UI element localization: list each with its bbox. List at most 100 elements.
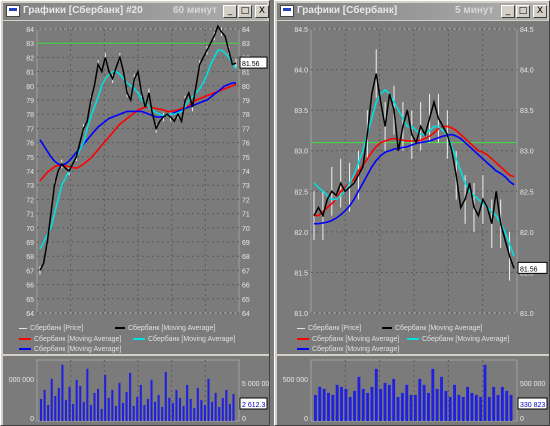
volume-bar	[374, 368, 378, 421]
volume-bar	[200, 399, 203, 421]
maximize-button[interactable]: □	[238, 5, 252, 18]
volume-bar	[68, 386, 71, 421]
legend-item: Сбербанк [Moving Average]	[297, 346, 399, 353]
legend-swatch	[115, 327, 125, 330]
legend-label: Сбербанк [Moving Average]	[312, 346, 400, 353]
y-tick-label-right: 80	[242, 84, 250, 91]
volume-bar	[64, 399, 68, 421]
y-tick-label-left: 66	[26, 283, 34, 290]
volume-bar	[79, 385, 82, 421]
volume-bar	[314, 394, 317, 421]
y-tick-label-left: 64	[26, 311, 34, 318]
y-tick-label-left: 84.0	[294, 68, 308, 75]
legend-swatch	[19, 338, 31, 341]
y-tick-label-left: 82.0	[294, 230, 308, 237]
volume-bar	[75, 379, 78, 421]
y-tick-label-left: 83.5	[294, 108, 308, 115]
volume-bar	[72, 403, 75, 421]
minimize-button[interactable]: _	[501, 5, 515, 18]
y-tick-label-left: 81.0	[294, 311, 308, 318]
volume-bar	[186, 384, 189, 421]
minimize-button[interactable]: _	[223, 5, 237, 18]
close-button[interactable]: X	[255, 5, 269, 18]
legend-swatch	[297, 327, 305, 329]
y-tick-label-left: 70	[26, 226, 34, 233]
y-tick-label-right: 84	[242, 27, 250, 34]
legend-swatch	[407, 338, 419, 341]
y-tick-label-right: 81.0	[520, 311, 534, 318]
legend-item: Сбербанк [Moving Average]	[19, 346, 121, 353]
volume-bar	[175, 389, 178, 421]
y-tick-label-right: 69	[242, 240, 250, 247]
y-tick-label-right: 83.0	[520, 149, 534, 156]
y-tick-label-left: 78	[26, 112, 34, 119]
volume-bar	[125, 391, 128, 421]
volume-chart-svg: 000 000 0 5 000 00 0 2 612.3	[3, 356, 269, 425]
legend-swatch	[382, 327, 392, 330]
legend-label: Сбербанк [Moving Average]	[148, 336, 236, 343]
title-bar[interactable]: Графики [Сбербанк] #20 60 минут _ □ X	[3, 3, 269, 20]
volume-bar	[383, 382, 387, 421]
window-timeframe: 60 минут	[173, 5, 218, 16]
volume-bar	[97, 388, 100, 421]
volume-bar	[154, 401, 157, 421]
volume-bar	[171, 402, 174, 421]
volume-bar	[409, 394, 413, 421]
volume-bar	[100, 408, 103, 421]
volume-bar	[161, 406, 164, 421]
price-chart[interactable]: 8484838382828181808079797878777776767575…	[3, 21, 269, 321]
legend-label: Сбербанк [Price]	[308, 325, 362, 332]
volume-bar	[322, 388, 326, 421]
volume-bar	[121, 402, 125, 421]
y-tick-label-right: 75	[242, 155, 250, 162]
volume-label: 330 823	[520, 402, 545, 409]
volume-bar	[196, 387, 199, 421]
legend-label: Сбербанк [Price]	[30, 325, 84, 332]
volume-chart[interactable]: 500 000 0 500 000 0 330 823	[277, 356, 549, 425]
y-tick-label-right: 84.0	[520, 68, 534, 75]
price-chart-svg: 8484838382828181808079797878777776767575…	[3, 21, 269, 321]
volume-bar	[157, 394, 160, 421]
title-bar[interactable]: Графики [Сбербанк] 5 минут _ □ X	[277, 3, 547, 20]
volume-bar	[414, 394, 417, 421]
y-tick-label-left: 84	[26, 27, 34, 34]
volume-bar	[327, 392, 330, 421]
app-chart-icon	[280, 5, 294, 17]
volume-bar	[150, 379, 153, 421]
y-tick-label-right: 65	[242, 297, 250, 304]
volume-bar	[361, 388, 365, 421]
y-tick-label-left: 82	[26, 55, 34, 62]
volume-chart[interactable]: 000 000 0 5 000 00 0 2 612.3	[3, 356, 269, 425]
price-chart-svg: 84.5 84.5 84.0 84.0 83.5 83.5 83.0 83.0 82.5 82.5…	[277, 21, 549, 321]
y-tick-label-right: 76	[242, 141, 250, 148]
legend-label: Сбербанк [Moving Average]	[34, 336, 122, 343]
y-tick-label-right: 84.5	[520, 27, 534, 34]
volume-bar	[466, 386, 470, 421]
volume-bar	[193, 407, 196, 421]
y-tick-label-left: 67	[26, 268, 34, 275]
volume-bar	[470, 392, 474, 421]
volume-bar	[189, 398, 192, 421]
legend-item: Сбербанк [Moving Average]	[133, 336, 235, 343]
y-tick-label-right: 64	[242, 311, 250, 318]
volume-bar	[431, 368, 435, 421]
close-button[interactable]: X	[533, 5, 547, 18]
y-tick-label-left: 81.5	[294, 270, 308, 277]
volume-bar	[54, 395, 57, 421]
volume-bar	[118, 382, 121, 421]
volume-bar	[366, 392, 370, 421]
y-tick-label-left: 77	[26, 126, 34, 133]
volume-bar	[107, 397, 110, 421]
maximize-button[interactable]: □	[516, 5, 530, 18]
volume-bar	[453, 384, 456, 421]
y-tick-label-left: 74	[26, 169, 34, 176]
legend: Сбербанк [Price] Сбербанк [Moving Averag…	[277, 321, 549, 354]
price-chart[interactable]: 84.5 84.5 84.0 84.0 83.5 83.5 83.0 83.0 82.5 82.5…	[277, 21, 549, 321]
volume-bar	[57, 387, 60, 421]
legend-swatch	[19, 327, 27, 329]
y-tick-label-right: 83	[242, 41, 250, 48]
y-tick-label-left: 69	[26, 240, 34, 247]
volume-bar	[400, 392, 404, 421]
y-tick-label-right: 68	[242, 254, 250, 261]
volume-bar	[40, 398, 43, 421]
